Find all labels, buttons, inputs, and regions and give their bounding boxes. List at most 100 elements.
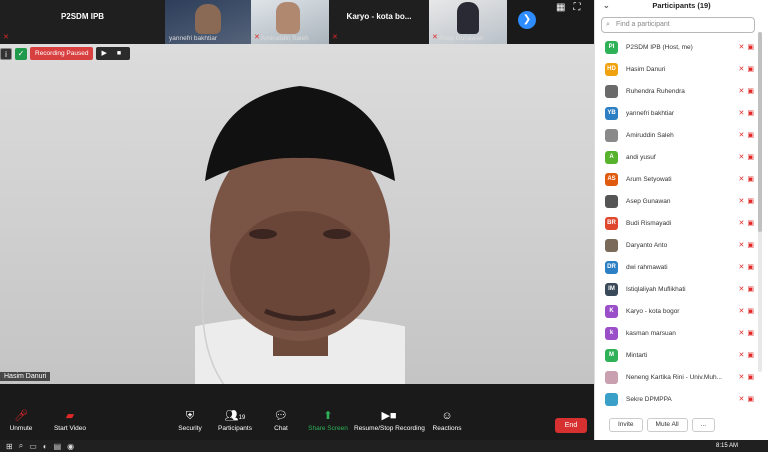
thumbnail-p2sdm[interactable]: P2SDM IPB ✕	[0, 0, 165, 44]
unmute-button[interactable]: 🎤︎ Unmute	[6, 408, 36, 432]
panel-footer: Invite Mute All ...	[595, 418, 768, 436]
panel-header: ⌄ Participants (19)	[595, 0, 768, 14]
mic-camera-status-icon: ✕▣	[738, 242, 757, 249]
participant-row[interactable]: PI P2SDM IPB (Host, me) ✕▣	[595, 36, 761, 58]
avatar: IM	[605, 282, 618, 296]
participant-name: Istiqlaliyah Muflikhati	[626, 285, 686, 293]
participant-row[interactable]: Sekre DPMPPA ✕▣	[595, 388, 761, 410]
avatar: BR	[605, 216, 618, 230]
participant-video	[276, 2, 300, 34]
start-video-button[interactable]: ▰ Start Video	[52, 408, 88, 432]
participants-button[interactable]: 👥︎19 Participants	[216, 408, 254, 432]
shield-icon[interactable]: ✓	[15, 47, 27, 60]
recording-button[interactable]: ▶■ Resume/Stop Recording	[354, 408, 425, 432]
mic-camera-status-icon: ✕▣	[738, 132, 757, 139]
participant-name: Karyo - kota bogor	[626, 307, 680, 315]
participant-name: andi yusuf	[626, 153, 656, 161]
speaker-portrait	[195, 86, 405, 384]
mic-camera-status-icon: ✕▣	[738, 154, 757, 161]
mute-all-button[interactable]: Mute All	[646, 418, 688, 432]
share-screen-button[interactable]: ⬆ Share Screen	[308, 408, 348, 432]
participant-row[interactable]: Aandi yusuf ✕▣	[595, 146, 761, 168]
participants-count: 19	[238, 415, 246, 421]
participant-video	[195, 4, 221, 34]
avatar	[605, 392, 618, 406]
participant-row[interactable]: K Karyo - kota bogor ✕▣	[595, 300, 761, 322]
avatar: k	[605, 326, 618, 340]
avatar	[605, 84, 618, 98]
mic-camera-status-icon: ✕▣	[738, 66, 757, 73]
participant-name: Mintarti	[626, 351, 648, 359]
meeting-toolbar: 🎤︎ Unmute ▰ Start Video ⛨ Security 👥︎19 …	[0, 408, 594, 440]
mic-camera-status-icon: ✕▣	[738, 330, 757, 337]
mic-camera-status-icon: ✕▣	[738, 308, 757, 315]
reactions-icon: ☺	[441, 410, 453, 422]
participant-name: Asep Gunawan	[626, 197, 671, 205]
avatar	[605, 194, 618, 208]
thumbnail-yannefri[interactable]: yannefri bakhtiar	[165, 0, 251, 44]
recording-controls-icon: ▶■	[381, 410, 397, 422]
thumbnail-name: Asep Gunawan	[439, 35, 484, 42]
thumbnail-amiruddin[interactable]: Amiruddin Saleh ✕	[251, 0, 329, 44]
security-button[interactable]: ⛨ Security	[176, 408, 204, 432]
participant-row[interactable]: Asep Gunawan ✕▣	[595, 190, 761, 212]
avatar: PI	[605, 40, 618, 54]
file-explorer-icon[interactable]: ▤	[54, 442, 62, 451]
participant-video	[457, 2, 479, 34]
windows-start-icon[interactable]: ⊞	[6, 442, 13, 451]
avatar: M	[605, 348, 618, 362]
chat-label: Chat	[274, 425, 288, 432]
participant-row[interactable]: AS Arum Setyowati ✕▣	[595, 168, 761, 190]
mic-muted-icon: ✕	[432, 34, 438, 41]
participant-row[interactable]: IM Istiqlaliyah Muflikhati ✕▣	[595, 278, 761, 300]
system-clock: 8:15 AM	[715, 443, 738, 449]
scrollbar-thumb[interactable]	[758, 32, 762, 232]
participant-name: yannefri bakhtiar	[626, 109, 675, 117]
invite-button[interactable]: Invite	[609, 418, 643, 432]
participant-row[interactable]: BR Budi Rismayadi ✕▣	[595, 212, 761, 234]
mic-camera-status-icon: ✕▣	[738, 198, 757, 205]
share-screen-icon: ⬆	[323, 410, 333, 422]
zoom-meeting-window: P2SDM IPB ✕ yannefri bakhtiar Amiruddin …	[0, 0, 594, 440]
zoom-app-icon[interactable]: ◉	[67, 442, 74, 451]
next-page-button[interactable]: ❯	[518, 11, 536, 29]
recording-label: Resume/Stop Recording	[354, 425, 425, 432]
avatar: A	[605, 150, 618, 164]
participant-list: PI P2SDM IPB (Host, me) ✕▣ HD Hasim Danuri ✕▣…	[595, 36, 761, 410]
participant-row[interactable]: k kasman marsuan ✕▣	[595, 322, 761, 344]
search-input[interactable]: ⌕ Find a participant	[601, 17, 755, 33]
thumbnail-strip: P2SDM IPB ✕ yannefri bakhtiar Amiruddin …	[0, 0, 594, 44]
mic-camera-status-icon: ✕▣	[738, 110, 757, 117]
more-button[interactable]: ...	[691, 418, 716, 432]
share-screen-label: Share Screen	[308, 425, 348, 432]
thumbnail-name: Amiruddin Saleh	[261, 35, 309, 42]
chevron-down-icon[interactable]: ⌄	[603, 0, 610, 12]
scrollbar[interactable]	[758, 32, 762, 372]
chat-button[interactable]: 💬︎ Chat	[270, 408, 292, 432]
grid-view-icon[interactable]: ▦	[556, 2, 573, 13]
info-icon[interactable]: i	[0, 47, 12, 60]
thumbnail-asep[interactable]: Asep Gunawan ✕	[429, 0, 507, 44]
search-icon[interactable]: ⌕	[19, 441, 23, 451]
participant-name: Budi Rismayadi	[626, 219, 672, 227]
end-meeting-button[interactable]: End	[555, 418, 587, 433]
fullscreen-icon[interactable]: ⛶	[573, 2, 588, 13]
participant-name: Ruhendra Ruhendra	[626, 87, 685, 95]
meeting-status-bar: i ✓ Recording Paused ▶ ■	[0, 47, 131, 60]
participant-row[interactable]: Daryanto Anto ✕▣	[595, 234, 761, 256]
participant-row[interactable]: Ruhendra Ruhendra ✕▣	[595, 80, 761, 102]
task-view-icon[interactable]: ▭	[29, 442, 37, 451]
windows-taskbar: ⊞ ⌕ ▭ ◐ ▤ ◉ 8:15 AM	[0, 440, 768, 452]
participant-row[interactable]: YB yannefri bakhtiar ✕▣	[595, 102, 761, 124]
participant-row[interactable]: HD Hasim Danuri ✕▣	[595, 58, 761, 80]
thumbnail-karyo[interactable]: Karyo - kota bo... ✕	[329, 0, 429, 44]
participant-row[interactable]: DR dwi rahmawati ✕▣	[595, 256, 761, 278]
participant-row[interactable]: Amiruddin Saleh ✕▣	[595, 124, 761, 146]
edge-icon[interactable]: ◐	[43, 442, 48, 451]
participant-row[interactable]: Neneng Kartika Rini - Univ.Muh... ✕▣	[595, 366, 761, 388]
participant-row[interactable]: M Mintarti ✕▣	[595, 344, 761, 366]
thumbnail-label: Karyo - kota bo...	[346, 12, 412, 21]
thumbnail-label: P2SDM IPB	[60, 12, 105, 21]
reactions-button[interactable]: ☺ Reactions	[432, 408, 462, 432]
recording-controls[interactable]: ▶ ■	[96, 47, 131, 60]
